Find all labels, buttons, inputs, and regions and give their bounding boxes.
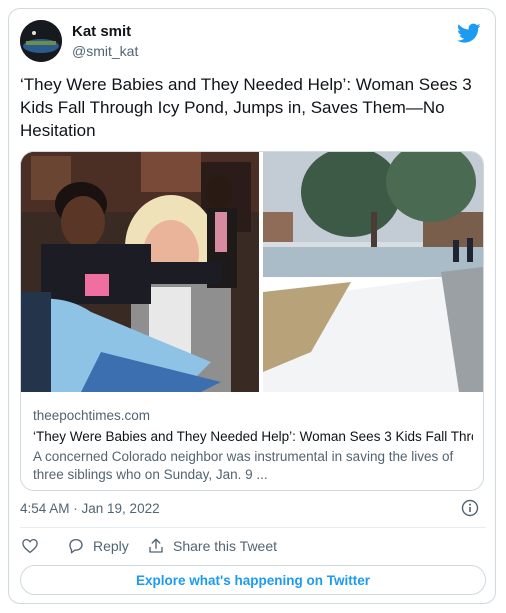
avatar[interactable] (20, 20, 62, 62)
share-button[interactable]: Share this Tweet (147, 535, 277, 557)
reply-label: Reply (93, 538, 129, 554)
twitter-bird-icon[interactable] (457, 21, 481, 45)
link-title: ‘They Were Babies and They Needed Help’:… (33, 429, 473, 444)
info-icon[interactable] (461, 499, 479, 517)
author-handle[interactable]: @smit_kat (72, 43, 138, 59)
share-icon (149, 538, 163, 553)
reply-bubble-icon (69, 538, 83, 554)
tweet-text: ‘They Were Babies and They Needed Help’:… (20, 75, 472, 140)
share-label: Share this Tweet (173, 538, 278, 554)
explore-twitter-button[interactable]: Explore what's happening on Twitter (20, 565, 486, 595)
link-preview-card[interactable]: theepochtimes.com ‘They Were Babies and … (20, 151, 484, 491)
like-button[interactable] (21, 535, 47, 557)
embedded-tweet-card: Kat smit @smit_kat ‘They Were Babies and… (8, 8, 496, 604)
tweet-timestamp[interactable]: 4:54 AM · Jan 19, 2022 (20, 501, 160, 516)
divider (20, 527, 486, 528)
reply-button[interactable]: Reply (67, 535, 129, 557)
author-name[interactable]: Kat smit (72, 23, 131, 40)
link-description: A concerned Colorado neighbor was instru… (33, 449, 454, 482)
article-image (21, 152, 483, 392)
link-domain: theepochtimes.com (33, 408, 151, 423)
heart-icon (22, 538, 38, 554)
